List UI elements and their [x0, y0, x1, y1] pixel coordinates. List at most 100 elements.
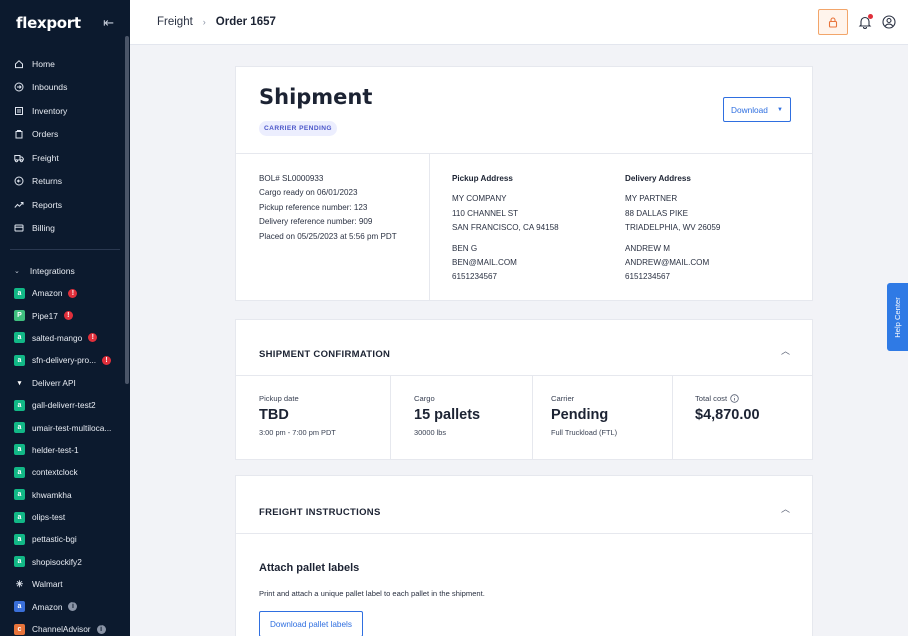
divider [236, 153, 812, 154]
delivery-street: 88 DALLAS PIKE [625, 208, 688, 218]
lock-button[interactable] [818, 9, 848, 35]
pickup-phone: 6151234567 [452, 272, 498, 282]
breadcrumb: Freight › Order 1657 [157, 16, 276, 28]
delivery-email: ANDREW@MAIL.COM [625, 258, 710, 268]
sidebar-item-billing[interactable]: Billing [0, 217, 130, 241]
integration-label: sfn-delivery-pro... [32, 355, 97, 366]
download-dropdown-button[interactable]: Download ▼ [723, 97, 791, 122]
integration-contextclock[interactable]: a contextclock [0, 461, 130, 483]
cargo-ready-date: Cargo ready on 06/01/2023 [259, 188, 358, 198]
integration-shopisockify2[interactable]: a shopisockify2 [0, 551, 130, 573]
integration-gall-deliverr-test2[interactable]: a gall-deliverr-test2 [0, 394, 130, 416]
divider [429, 153, 430, 300]
integration-amazon-2[interactable]: a Amazon i [0, 595, 130, 617]
info-icon: i [68, 602, 78, 612]
integration-khwamkha[interactable]: a khwamkha [0, 484, 130, 506]
store-icon: a [14, 511, 25, 523]
info-circle-icon[interactable] [730, 394, 739, 403]
attach-labels-title: Attach pallet labels [259, 562, 360, 574]
integration-pipe17[interactable]: P Pipe17 ! [0, 304, 130, 326]
cargo-stat: Cargo 15 pallets 30000 lbs [414, 394, 480, 437]
integration-label: ChannelAdvisor [32, 624, 91, 635]
sidebar-item-reports[interactable]: Reports [0, 193, 130, 217]
inbounds-icon [14, 82, 24, 92]
billing-icon [14, 224, 24, 232]
attach-labels-description: Print and attach a unique pallet label t… [259, 589, 485, 598]
download-label: Download [731, 104, 768, 115]
stat-value: 15 pallets [414, 407, 481, 423]
integration-label: Deliverr API [32, 377, 76, 388]
divider [236, 533, 812, 534]
shipment-confirmation-card: SHIPMENT CONFIRMATION ︿ Pickup date TBD … [235, 319, 813, 460]
integration-channeladvisor[interactable]: c ChannelAdvisor i [0, 618, 130, 636]
integrations-label: Integrations [29, 266, 75, 276]
pickup-email: BEN@MAIL.COM [452, 258, 517, 268]
stat-label: Total cost [695, 394, 728, 403]
truck-icon [14, 154, 24, 163]
status-badge: CARRIER PENDING [259, 121, 337, 136]
delivery-address-heading: Delivery Address [625, 174, 691, 183]
sidebar-item-freight[interactable]: Freight [0, 146, 130, 170]
pickup-date-stat: Pickup date TBD 3:00 pm - 7:00 pm PDT [259, 394, 336, 437]
returns-icon [14, 176, 24, 186]
integration-pettastic-bgi[interactable]: a pettastic-bgi [0, 528, 130, 550]
channeladvisor-icon: c [14, 623, 25, 635]
sidebar-item-home[interactable]: Home [0, 52, 130, 76]
flexport-logo[interactable]: flexport [16, 14, 81, 32]
shipment-card: Shipment CARRIER PENDING Download ▼ BOL#… [235, 66, 813, 301]
integration-umair-test[interactable]: a umair-test-multiloca... [0, 416, 130, 438]
divider [390, 375, 391, 459]
section-heading: SHIPMENT CONFIRMATION [259, 349, 391, 360]
error-icon: ! [102, 355, 112, 365]
integration-sfn-delivery[interactable]: a sfn-delivery-pro... ! [0, 349, 130, 371]
integration-olips-test[interactable]: a olips-test [0, 506, 130, 528]
stat-value: $4,870.00 [695, 407, 760, 423]
carrier-stat: Carrier Pending Full Truckload (FTL) [551, 394, 617, 437]
integration-deliverr-api[interactable]: ▾ Deliverr API [0, 372, 130, 394]
sidebar-item-inventory[interactable]: Inventory [0, 99, 130, 123]
integration-label: contextclock [32, 467, 78, 478]
pickup-address-heading: Pickup Address [452, 174, 513, 183]
sidebar-item-label: Inventory [32, 105, 68, 116]
notifications-button[interactable] [858, 14, 873, 29]
delivery-address: Delivery Address MY PARTNER 88 DALLAS PI… [625, 172, 720, 285]
collapse-chevron-up-icon[interactable]: ︿ [781, 344, 790, 357]
help-center-tab[interactable]: Help Center [887, 283, 908, 351]
integration-label: Pipe17 [32, 310, 58, 321]
chevron-down-icon: ⌄ [14, 268, 20, 275]
user-account-icon[interactable] [882, 15, 896, 29]
collapse-sidebar-icon[interactable]: ⇤ [103, 15, 114, 31]
store-icon: a [14, 466, 25, 478]
integrations-toggle[interactable]: ⌄ Integrations [0, 260, 130, 282]
error-icon: ! [88, 333, 98, 343]
integration-salted-mango[interactable]: a salted-mango ! [0, 327, 130, 349]
integration-label: shopisockify2 [32, 556, 82, 567]
stat-value: TBD [259, 407, 289, 423]
sidebar-item-label: Billing [32, 223, 55, 234]
integration-helder-test-1[interactable]: a helder-test-1 [0, 439, 130, 461]
sidebar-scrollbar[interactable] [125, 36, 129, 384]
store-icon: a [14, 287, 25, 299]
divider [672, 375, 673, 459]
sidebar-item-inbounds[interactable]: Inbounds [0, 76, 130, 100]
sidebar-item-returns[interactable]: Returns [0, 170, 130, 194]
download-pallet-labels-button[interactable]: Download pallet labels [259, 611, 363, 636]
stat-value: Pending [551, 407, 609, 423]
sidebar-item-label: Inbounds [32, 82, 68, 93]
sidebar-item-label: Returns [32, 176, 63, 187]
integrations-list: a Amazon ! P Pipe17 ! a salted-mango ! a… [0, 282, 130, 636]
integration-amazon[interactable]: a Amazon ! [0, 282, 130, 304]
delivery-company: MY PARTNER [625, 194, 678, 204]
stat-subtext: Full Truckload (FTL) [551, 428, 618, 437]
pickup-company: MY COMPANY [452, 194, 507, 204]
integration-walmart[interactable]: ✳ Walmart [0, 573, 130, 595]
section-heading: FREIGHT INSTRUCTIONS [259, 507, 381, 518]
stat-label-row: Total cost [695, 394, 760, 403]
main-nav: Home Inbounds Inventory Orders Freight R… [0, 46, 130, 240]
sidebar-item-orders[interactable]: Orders [0, 123, 130, 147]
breadcrumb-freight-link[interactable]: Freight [157, 16, 193, 28]
collapse-chevron-up-icon[interactable]: ︿ [781, 502, 790, 515]
inventory-icon [15, 106, 23, 115]
sidebar-item-label: Home [32, 58, 55, 69]
stat-subtext: 30000 lbs [414, 428, 447, 437]
